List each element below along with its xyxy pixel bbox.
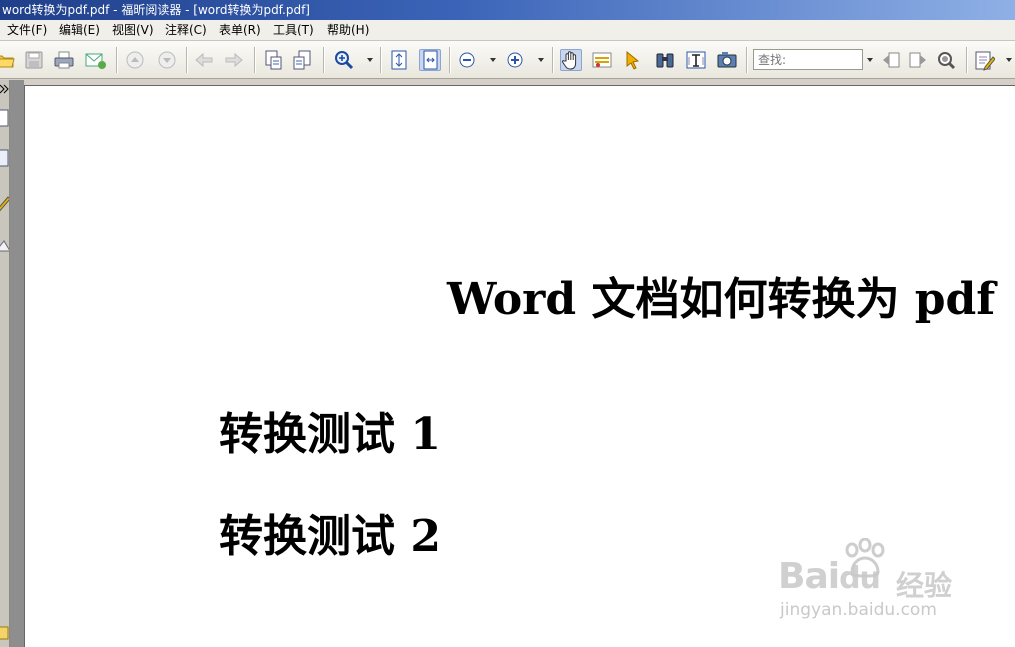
open-icon[interactable] [0,49,16,71]
forward-icon[interactable] [223,49,245,71]
document-title: Word 文档如何转换为 pdf [447,274,996,325]
layers-panel-icon[interactable] [0,237,9,257]
menu-form[interactable]: 表单(R) [219,20,261,41]
menu-comment[interactable]: 注释(C) [165,20,207,41]
typewriter-icon[interactable] [685,49,707,71]
document-heading-2: 转换测试 2 [219,511,441,562]
zoom-in-icon[interactable] [333,49,355,71]
pages-panel-icon[interactable] [0,108,9,128]
document-heading-1: 转换测试 1 [219,409,441,460]
menu-view[interactable]: 视图(V) [112,20,154,41]
app-window: word转换为pdf.pdf - 福昕阅读器 - [word转换为pdf.pdf… [0,0,1015,647]
zoom-dropdown-icon[interactable] [366,54,374,66]
zoom-out-dropdown-icon[interactable] [489,54,497,66]
search-input[interactable] [753,49,863,70]
attachments-panel-icon[interactable] [0,623,9,643]
window-title: word转换为pdf.pdf - 福昕阅读器 - [word转换为pdf.pdf… [2,3,310,17]
fit-page-icon[interactable] [388,49,410,71]
search-prev-icon[interactable] [880,49,902,71]
watermark-url: jingyan.baidu.com [780,600,937,620]
prev-page-icon[interactable] [156,49,178,71]
baidu-jingyan-watermark: Baidu 经验 jingyan.baidu.com [778,538,968,628]
select-text-icon[interactable] [591,49,613,71]
annotations-panel-icon[interactable] [0,193,9,213]
menu-tools[interactable]: 工具(T) [273,20,314,41]
watermark-logo-text: Baidu [778,556,881,597]
expand-panel-icon[interactable] [0,80,9,100]
fit-width-icon[interactable] [419,49,441,71]
print-icon[interactable] [53,49,75,71]
zoom-plus-dropdown-icon[interactable] [537,54,545,66]
annotation-dropdown-icon[interactable] [1005,54,1013,66]
snapshot-icon[interactable] [716,49,738,71]
save-icon[interactable] [23,49,45,71]
advanced-search-icon[interactable] [935,49,957,71]
hand-tool-icon[interactable] [560,49,582,71]
find-icon[interactable] [654,49,676,71]
bookmarks-panel-icon[interactable] [0,148,9,168]
zoom-plus-icon[interactable] [504,49,526,71]
panel-gutter [10,80,24,647]
pointer-icon[interactable] [622,49,644,71]
annotation-icon[interactable] [973,49,995,71]
watermark-cn-text: 经验 [896,569,953,602]
insert-page-icon[interactable] [292,49,314,71]
menu-edit[interactable]: 编辑(E) [59,20,100,41]
window-title-bar: word转换为pdf.pdf - 福昕阅读器 - [word转换为pdf.pdf… [0,0,1015,20]
email-icon[interactable] [84,49,106,71]
search-next-icon[interactable] [907,49,929,71]
back-icon[interactable] [193,49,215,71]
menu-bar: 文件(F) 编辑(E) 视图(V) 注释(C) 表单(R) 工具(T) 帮助(H… [0,20,1015,41]
navigation-panel [0,80,10,647]
first-page-icon[interactable] [124,49,146,71]
search-options-dropdown-icon[interactable] [866,54,874,66]
menu-help[interactable]: 帮助(H) [327,20,369,41]
menu-file[interactable]: 文件(F) [7,20,47,41]
zoom-out-icon[interactable] [456,49,478,71]
extract-page-icon[interactable] [262,49,284,71]
